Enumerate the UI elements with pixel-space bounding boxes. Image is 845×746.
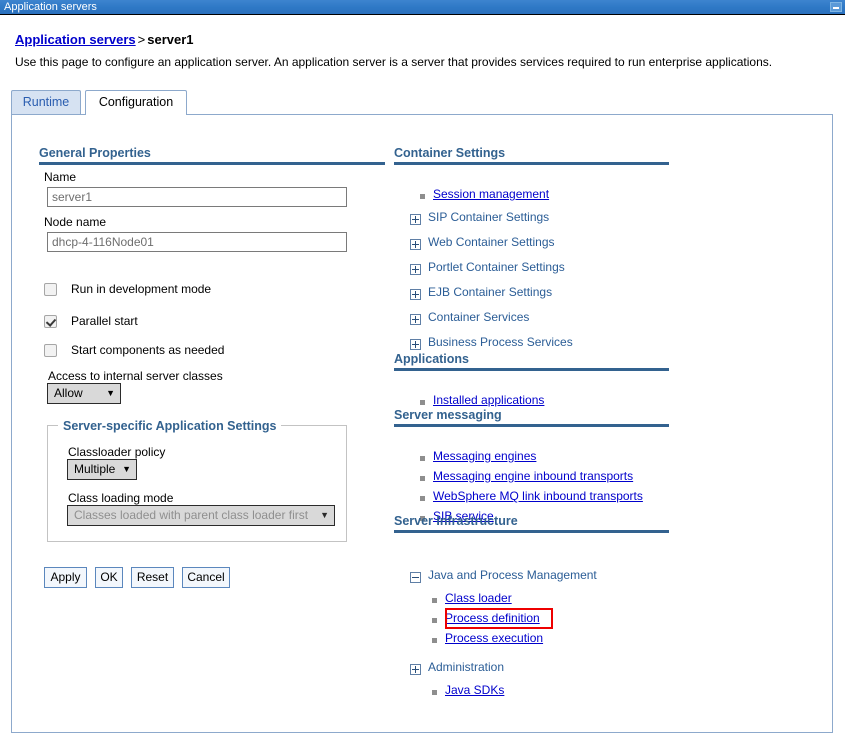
tree-label-sip-container-settings[interactable]: SIP Container Settings	[428, 210, 549, 224]
bullet-icon	[432, 598, 437, 603]
expand-icon[interactable]	[410, 339, 421, 350]
checkbox-label-run-in-development-mode: Run in development mode	[71, 282, 212, 296]
expand-icon[interactable]	[410, 289, 421, 300]
breadcrumb-link-application-servers[interactable]: Application servers	[15, 32, 136, 47]
class-loading-mode-value: Classes loaded with parent class loader …	[74, 508, 309, 522]
node-name-input[interactable]: dhcp-4-116Node01	[47, 232, 347, 252]
tree-label-ejb-container-settings[interactable]: EJB Container Settings	[428, 285, 552, 299]
window-title: Application servers	[4, 1, 97, 13]
expand-icon[interactable]	[410, 264, 421, 275]
access-to-internal-server-classes-select[interactable]: Allow ▼	[47, 383, 121, 404]
collapse-icon[interactable]	[410, 572, 421, 583]
chevron-down-icon: ▼	[106, 388, 115, 398]
access-select-value: Allow	[54, 386, 83, 400]
label-class-loading-mode: Class loading mode	[68, 491, 174, 505]
expand-icon[interactable]	[410, 239, 421, 250]
expand-icon[interactable]	[410, 664, 421, 675]
section-heading-container-settings: Container Settings	[394, 146, 669, 165]
label-access-to-internal-server-classes: Access to internal server classes	[48, 369, 223, 383]
expand-icon[interactable]	[410, 214, 421, 225]
bullet-icon	[432, 638, 437, 643]
checkbox-start-components-as-needed[interactable]	[44, 344, 57, 357]
page-body: Application servers > server1 Use this pag…	[0, 16, 845, 746]
section-heading-server-infrastructure: Server Infrastructure	[394, 514, 669, 533]
section-heading-general-properties: General Properties	[39, 146, 385, 165]
reset-button[interactable]: Reset	[131, 567, 174, 588]
tree-label-java-and-process-management[interactable]: Java and Process Management	[428, 568, 597, 582]
link-websphere-mq-link-inbound-transports[interactable]: WebSphere MQ link inbound transports	[433, 489, 643, 503]
checkbox-run-in-development-mode[interactable]	[44, 283, 57, 296]
bullet-icon	[420, 194, 425, 199]
classloader-policy-value: Multiple	[74, 462, 116, 476]
window-titlebar: Application servers	[0, 0, 845, 15]
bullet-icon	[420, 400, 425, 405]
bullet-icon	[432, 690, 437, 695]
expand-icon[interactable]	[410, 314, 421, 325]
label-classloader-policy: Classloader policy	[68, 445, 166, 459]
active-tab-mask	[86, 113, 186, 116]
apply-button[interactable]: Apply	[44, 567, 87, 588]
tree-label-administration[interactable]: Administration	[428, 660, 504, 674]
breadcrumb-separator: >	[137, 32, 146, 47]
link-class-loader[interactable]: Class loader	[445, 591, 512, 605]
bullet-icon	[420, 496, 425, 501]
tree-label-web-container-settings[interactable]: Web Container Settings	[428, 235, 555, 249]
link-installed-applications[interactable]: Installed applications	[433, 393, 544, 407]
tree-label-container-services[interactable]: Container Services	[428, 310, 529, 324]
minimize-icon	[833, 7, 839, 9]
breadcrumb: Application servers > server1	[15, 32, 194, 47]
tab-configuration[interactable]: Configuration	[85, 90, 187, 115]
fieldset-legend-server-specific-application-settings: Server-specific Application Settings	[58, 419, 282, 433]
label-node-name: Node name	[44, 215, 107, 229]
tree-label-business-process-services[interactable]: Business Process Services	[428, 335, 573, 349]
link-messaging-engine-inbound-transports[interactable]: Messaging engine inbound transports	[433, 469, 633, 483]
minimize-button[interactable]	[830, 2, 842, 12]
link-java-sdks[interactable]: Java SDKs	[445, 683, 504, 697]
chevron-down-icon: ▼	[320, 510, 329, 520]
checkbox-label-parallel-start: Parallel start	[71, 314, 138, 328]
tab-runtime[interactable]: Runtime	[11, 90, 81, 115]
link-process-execution[interactable]: Process execution	[445, 631, 543, 645]
link-messaging-engines[interactable]: Messaging engines	[433, 449, 536, 463]
checkbox-label-start-components-as-needed: Start components as needed	[71, 343, 225, 357]
cancel-button[interactable]: Cancel	[182, 567, 230, 588]
section-heading-applications: Applications	[394, 352, 669, 371]
class-loading-mode-select[interactable]: Classes loaded with parent class loader …	[67, 505, 335, 526]
bullet-icon	[420, 476, 425, 481]
link-process-definition[interactable]: Process definition	[445, 611, 540, 625]
link-session-management[interactable]: Session management	[433, 187, 549, 201]
classloader-policy-select[interactable]: Multiple ▼	[67, 459, 137, 480]
section-heading-server-messaging: Server messaging	[394, 408, 669, 427]
ok-button[interactable]: OK	[95, 567, 123, 588]
checkbox-parallel-start[interactable]	[44, 315, 57, 328]
name-input[interactable]: server1	[47, 187, 347, 207]
page-description: Use this page to configure an applicatio…	[15, 55, 773, 69]
bullet-icon	[432, 618, 437, 623]
label-name: Name	[44, 170, 77, 184]
bullet-icon	[420, 456, 425, 461]
breadcrumb-current-server1: server1	[147, 32, 194, 47]
tree-label-portlet-container-settings[interactable]: Portlet Container Settings	[428, 260, 565, 274]
chevron-down-icon: ▼	[122, 464, 131, 474]
